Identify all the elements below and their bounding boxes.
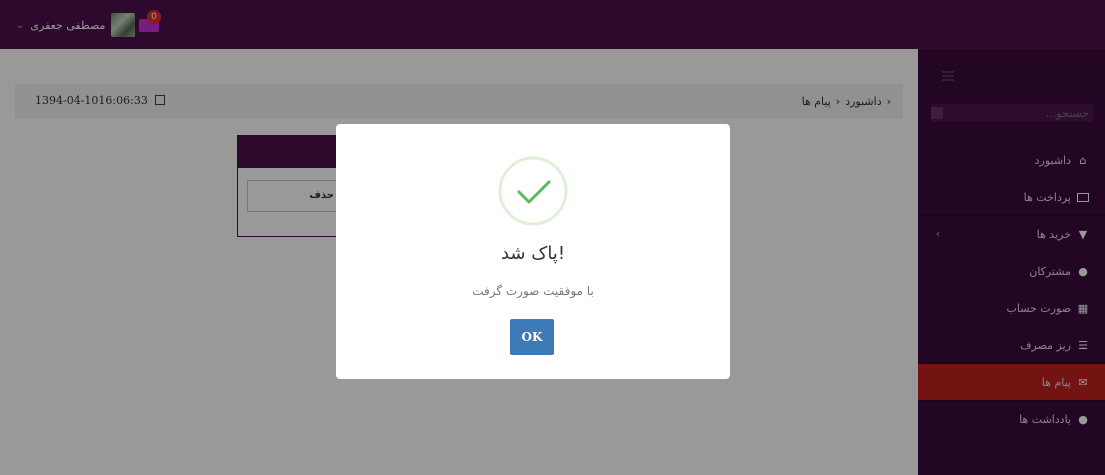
- dialog-message: با موفقیت صورت گرفت: [472, 284, 594, 298]
- dialog-title: پاک شد!: [500, 243, 566, 264]
- success-dialog: پاک شد! با موفقیت صورت گرفت OK: [336, 124, 730, 379]
- ok-button[interactable]: OK: [510, 319, 554, 355]
- checkmark-icon: [498, 156, 568, 226]
